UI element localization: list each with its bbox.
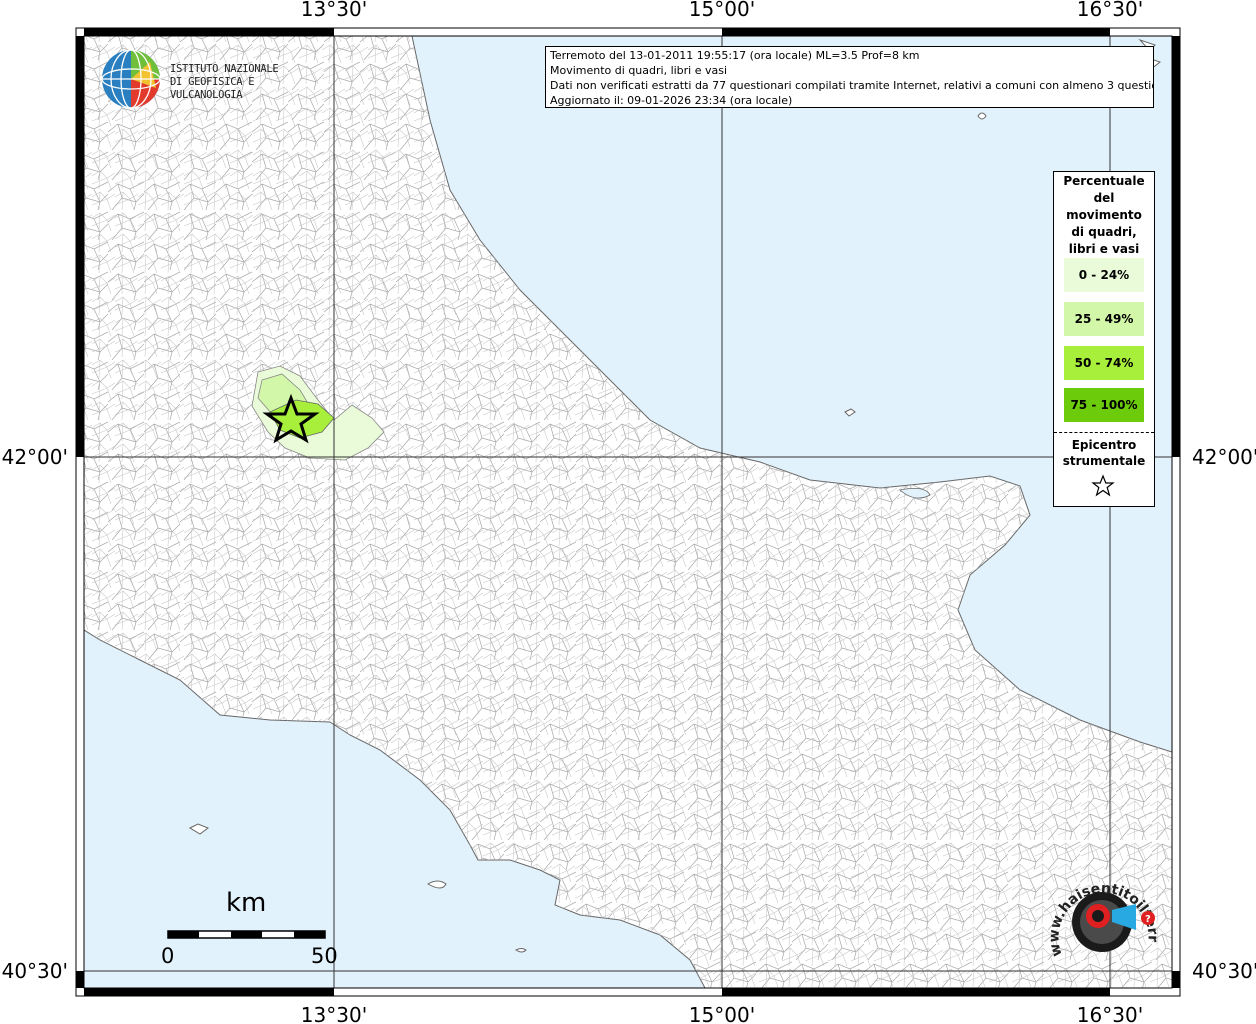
scale-unit: km — [226, 888, 267, 918]
ingv-logo: ISTITUTO NAZIONALE DI GEOFISICA E VULCAN… — [100, 48, 320, 110]
scale-bar — [167, 930, 326, 939]
legend-item-0-24: 0 - 24% — [1064, 258, 1144, 292]
lat-label-right-1: 42°00' — [1192, 445, 1256, 469]
legend-item-75-100: 75 - 100% — [1064, 388, 1144, 422]
hst-target-icon: www.haisentitoilterremoto.it ? — [1040, 860, 1161, 958]
ingv-globe-icon — [101, 49, 161, 109]
legend: Percentuale del movimento di quadri, lib… — [1053, 171, 1155, 507]
island-pelagosa — [977, 112, 987, 120]
legend-item-25-49: 25 - 49% — [1064, 302, 1144, 336]
legend-epicenter-label: Epicentro strumentale — [1062, 438, 1146, 468]
hst-logo: www.haisentitoilterremoto.it ? — [1040, 860, 1170, 975]
scale-start: 0 — [161, 944, 175, 968]
event-data-note: Dati non verificati estratti da 77 quest… — [550, 79, 1154, 92]
svg-text:?: ? — [1145, 914, 1151, 925]
legend-star-icon — [1091, 474, 1115, 497]
lat-label-left-1: 42°00' — [2, 445, 68, 469]
lon-label-bottom-1: 13°30' — [301, 1003, 367, 1024]
legend-title: Percentuale del movimento di quadri, lib… — [1063, 174, 1145, 256]
event-info-box: Terremoto del 13-01-2011 19:55:17 (ora l… — [545, 46, 1154, 108]
lat-label-left-2: 40°30' — [2, 959, 68, 983]
lat-label-right-2: 40°30' — [1192, 959, 1256, 983]
legend-item-50-74: 50 - 74% — [1064, 346, 1144, 380]
lon-label-top-1: 13°30' — [301, 0, 367, 21]
event-subtitle: Movimento di quadri, libri e vasi — [550, 64, 728, 77]
ingv-line-2: DI GEOFISICA E VULCANOLOGIA — [170, 76, 255, 101]
lon-label-bottom-2: 15°00' — [689, 1003, 755, 1024]
scale-end: 50 — [311, 944, 338, 968]
lon-label-bottom-3: 16°30' — [1077, 1003, 1143, 1024]
event-updated: Aggiornato il: 09-01-2026 23:34 (ora loc… — [550, 94, 793, 107]
lon-label-top-2: 15°00' — [689, 0, 755, 21]
event-title: Terremoto del 13-01-2011 19:55:17 (ora l… — [550, 49, 920, 62]
lon-label-top-3: 16°30' — [1077, 0, 1143, 21]
ingv-line-1: ISTITUTO NAZIONALE — [170, 63, 279, 75]
legend-divider — [1054, 432, 1154, 433]
